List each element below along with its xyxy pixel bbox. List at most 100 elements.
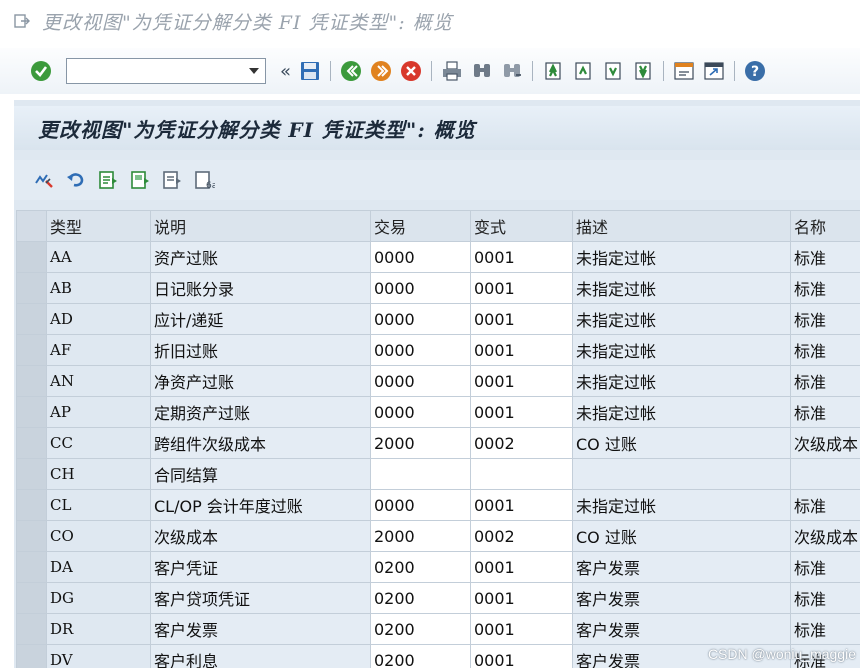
row-selector[interactable] (16, 427, 47, 459)
table-row[interactable]: AA 资产过账 0000 0001 未指定过帐 标准 (16, 241, 860, 273)
row-selector[interactable] (16, 272, 47, 304)
cell-variant[interactable]: 0002 (470, 520, 573, 552)
table-row[interactable]: AP 定期资产过账 0000 0001 未指定过帐 标准 (16, 396, 860, 428)
cell-variant[interactable]: 0001 (470, 303, 573, 335)
table-row[interactable]: AF 折旧过账 0000 0001 未指定过帐 标准 (16, 334, 860, 366)
shortcut-icon[interactable] (701, 58, 727, 84)
cell-description: 资产过账 (150, 241, 371, 273)
cell-variant[interactable]: 0001 (470, 272, 573, 304)
cell-transaction[interactable]: 0000 (370, 334, 471, 366)
cell-variant[interactable]: 0001 (470, 489, 573, 521)
check-icon[interactable] (28, 58, 54, 84)
cell-description: 净资产过账 (150, 365, 371, 397)
table-container: 类型 说明 交易 变式 描述 名称 AA 资产过账 0000 0001 未指定过帐 标准 A… (16, 210, 860, 668)
cell-transaction[interactable]: 0200 (370, 551, 471, 583)
col-header-description[interactable]: 说明 (150, 210, 371, 242)
double-chevron-icon[interactable]: « (280, 61, 291, 82)
exit-icon[interactable] (368, 58, 394, 84)
cell-transaction[interactable] (370, 458, 471, 490)
row-selector[interactable] (16, 303, 47, 335)
select-all-cell[interactable] (16, 210, 47, 242)
row-selector[interactable] (16, 644, 47, 668)
cell-variant[interactable]: 0001 (470, 582, 573, 614)
table-row[interactable]: AD 应计/递延 0000 0001 未指定过帐 标准 (16, 303, 860, 335)
cell-variant[interactable] (470, 458, 573, 490)
new-entries-icon[interactable] (95, 167, 121, 193)
first-page-icon[interactable] (540, 58, 566, 84)
cell-variant[interactable]: 0001 (470, 334, 573, 366)
row-selector[interactable] (16, 551, 47, 583)
change-display-icon[interactable] (31, 167, 57, 193)
next-page-icon[interactable] (600, 58, 626, 84)
cell-description: 应计/递延 (150, 303, 371, 335)
table-row[interactable]: DA 客户凭证 0200 0001 客户发票 标准 (16, 551, 860, 583)
save-icon[interactable] (297, 58, 323, 84)
row-selector[interactable] (16, 489, 47, 521)
table-row[interactable]: CC 跨组件次级成本 2000 0002 CO 过账 次级成本 (16, 427, 860, 459)
print-icon[interactable] (439, 58, 465, 84)
cell-name: 标准 (790, 334, 860, 366)
cell-variant[interactable]: 0001 (470, 396, 573, 428)
new-session-icon[interactable] (671, 58, 697, 84)
cell-transaction[interactable]: 0200 (370, 613, 471, 645)
table-row[interactable]: DR 客户发票 0200 0001 客户发票 标准 (16, 613, 860, 645)
cell-type: AB (46, 272, 151, 304)
cell-transaction[interactable]: 0200 (370, 582, 471, 614)
table-row[interactable]: CL CL/OP 会计年度过账 0000 0001 未指定过帐 标准 (16, 489, 860, 521)
last-page-icon[interactable] (630, 58, 656, 84)
dropdown-icon[interactable] (243, 59, 265, 83)
prev-page-icon[interactable] (570, 58, 596, 84)
cell-variant[interactable]: 0001 (470, 241, 573, 273)
row-selector[interactable] (16, 365, 47, 397)
cell-variant[interactable]: 0002 (470, 427, 573, 459)
cell-transaction[interactable]: 0200 (370, 644, 471, 668)
help-icon[interactable]: ? (742, 58, 768, 84)
cell-transaction[interactable]: 0000 (370, 365, 471, 397)
row-selector[interactable] (16, 241, 47, 273)
cell-variant[interactable]: 0001 (470, 644, 573, 668)
find-next-icon[interactable] (499, 58, 525, 84)
col-header-type[interactable]: 类型 (46, 210, 151, 242)
table-row[interactable]: CH 合同结算 (16, 458, 860, 490)
cell-type: CH (46, 458, 151, 490)
command-field[interactable] (66, 58, 266, 84)
table-row[interactable]: CO 次级成本 2000 0002 CO 过账 次级成本 (16, 520, 860, 552)
cell-variant[interactable]: 0001 (470, 365, 573, 397)
cell-variant[interactable]: 0001 (470, 613, 573, 645)
cell-type: DV (46, 644, 151, 668)
row-selector[interactable] (16, 582, 47, 614)
exit-screen-icon[interactable] (14, 13, 30, 29)
row-selector[interactable] (16, 613, 47, 645)
col-header-transaction[interactable]: 交易 (370, 210, 471, 242)
cell-name (790, 458, 860, 490)
delete-icon[interactable] (159, 167, 185, 193)
undo-icon[interactable] (63, 167, 89, 193)
cell-transaction[interactable]: 0000 (370, 396, 471, 428)
cell-description: 客户利息 (150, 644, 371, 668)
col-header-name[interactable]: 名称 (790, 210, 860, 242)
col-header-variant[interactable]: 变式 (470, 210, 573, 242)
cell-variant[interactable]: 0001 (470, 551, 573, 583)
row-selector[interactable] (16, 396, 47, 428)
cell-transaction[interactable]: 0000 (370, 241, 471, 273)
cell-transaction[interactable]: 0000 (370, 489, 471, 521)
row-selector[interactable] (16, 520, 47, 552)
select-all-icon[interactable]: 6a (191, 167, 217, 193)
col-header-text[interactable]: 描述 (572, 210, 791, 242)
cell-type: AA (46, 241, 151, 273)
cell-transaction[interactable]: 0000 (370, 303, 471, 335)
table-row[interactable]: AN 净资产过账 0000 0001 未指定过帐 标准 (16, 365, 860, 397)
row-selector[interactable] (16, 458, 47, 490)
cancel-icon[interactable] (398, 58, 424, 84)
copy-as-icon[interactable] (127, 167, 153, 193)
cell-transaction[interactable]: 2000 (370, 520, 471, 552)
cell-description: 合同结算 (150, 458, 371, 490)
document-type-table: 类型 说明 交易 变式 描述 名称 AA 资产过账 0000 0001 未指定过帐 标准 A… (16, 210, 860, 668)
table-row[interactable]: AB 日记账分录 0000 0001 未指定过帐 标准 (16, 272, 860, 304)
find-icon[interactable] (469, 58, 495, 84)
cell-transaction[interactable]: 2000 (370, 427, 471, 459)
cell-transaction[interactable]: 0000 (370, 272, 471, 304)
row-selector[interactable] (16, 334, 47, 366)
table-row[interactable]: DG 客户贷项凭证 0200 0001 客户发票 标准 (16, 582, 860, 614)
back-icon[interactable] (338, 58, 364, 84)
